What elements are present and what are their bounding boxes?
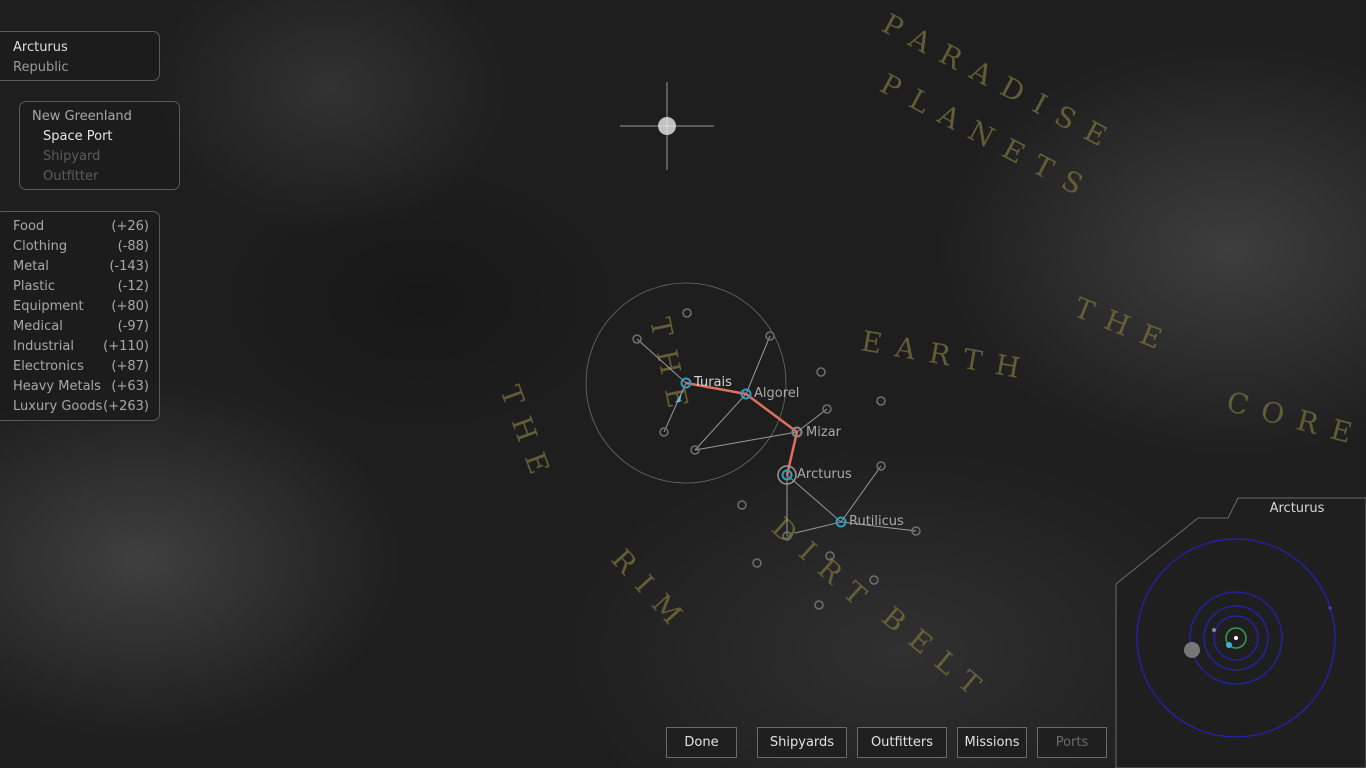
commodity-name: Medical [13,319,63,334]
shipyards-button[interactable]: Shipyards [757,727,847,758]
bright-star [620,82,714,170]
commodity-delta: (-88) [117,239,149,254]
region-label-earth: EARTH [859,324,1036,387]
label-turais[interactable]: Turais [694,375,732,390]
commodity-delta: (+63) [111,379,149,394]
commodity-name: Food [13,219,45,234]
service-outfitter: Outfitter [43,169,99,184]
minimap-moon [1212,628,1216,632]
trade-panel: Food (+26) Clothing (-88) Metal (-143) Plas… [0,211,160,421]
trade-row-industrial[interactable]: Industrial (+110) [13,337,149,357]
region-label-the-3: THE [493,381,560,491]
trade-row-clothing[interactable]: Clothing (-88) [13,237,149,257]
region-label-rim: RIM [605,543,698,641]
label-algorel[interactable]: Algorel [754,386,799,401]
commodity-delta: (+26) [111,219,149,234]
ports-button[interactable]: Ports [1037,727,1107,758]
region-label-the-1: THE [1069,291,1179,361]
label-arcturus[interactable]: Arcturus [797,467,852,482]
label-rutilicus[interactable]: Rutilicus [849,514,904,529]
region-label-the-2: THE [643,315,697,425]
system-name: Arcturus [13,40,68,55]
galaxy-map[interactable]: PARADISE PLANETS EARTH THE CORE THE DIRT… [0,0,1366,768]
trade-row-metal[interactable]: Metal (-143) [13,257,149,277]
commodity-delta: (+80) [111,299,149,314]
minimap-title: Arcturus [1269,501,1325,516]
missions-button[interactable]: Missions [957,727,1027,758]
commodity-name: Clothing [13,239,68,254]
done-button[interactable]: Done [666,727,737,758]
commodity-delta: (-97) [117,319,149,334]
planet-info-panel: New Greenland Space Port Shipyard Outfit… [19,101,180,190]
commodity-delta: (+110) [103,339,149,354]
minimap[interactable] [1115,497,1366,768]
commodity-name: Luxury Goods [13,399,103,414]
label-mizar[interactable]: Mizar [806,425,841,440]
minimap-player-planet [1226,642,1232,648]
commodity-delta: (-143) [109,259,149,274]
commodity-delta: (+87) [111,359,149,374]
trade-row-plastic[interactable]: Plastic (-12) [13,277,149,297]
trade-row-electronics[interactable]: Electronics (+87) [13,357,149,377]
trade-row-medical[interactable]: Medical (-97) [13,317,149,337]
system-info-panel: Arcturus Republic [0,31,160,81]
service-space-port: Space Port [43,129,113,144]
commodity-delta: (-12) [117,279,149,294]
commodity-name: Equipment [13,299,84,314]
commodity-name: Metal [13,259,49,274]
minimap-gas-giant [1184,642,1200,658]
trade-row-equipment[interactable]: Equipment (+80) [13,297,149,317]
commodity-name: Plastic [13,279,56,294]
minimap-star [1234,636,1238,640]
region-label-core: CORE [1223,385,1366,454]
trade-row-heavy-metals[interactable]: Heavy Metals (+63) [13,377,149,397]
trade-row-food[interactable]: Food (+26) [13,217,149,237]
region-label-belt: BELT [876,600,998,710]
minimap-outer-body [1328,606,1332,610]
commodity-name: Heavy Metals [13,379,101,394]
outfitters-button[interactable]: Outfitters [857,727,947,758]
commodity-name: Electronics [13,359,84,374]
planet-name[interactable]: New Greenland [32,107,179,127]
government-name: Republic [13,60,69,75]
commodity-delta: (+263) [103,399,149,414]
trade-row-luxury-goods[interactable]: Luxury Goods (+263) [13,397,149,417]
commodity-name: Industrial [13,339,74,354]
service-shipyard: Shipyard [43,149,101,164]
